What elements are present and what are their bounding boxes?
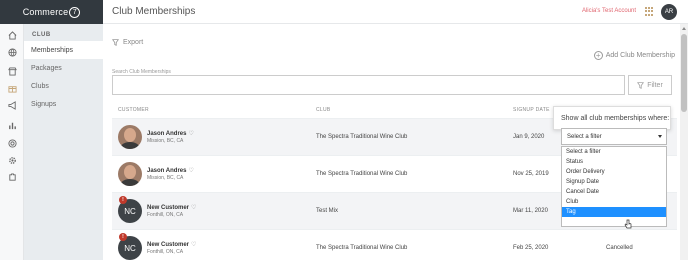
brand-name: Commerce	[22, 7, 69, 17]
customer-location: Fonthill, ON, CA	[147, 249, 184, 255]
brand-logo[interactable]: Commerce 7	[22, 6, 81, 18]
signup-date-cell: Feb 25, 2020	[513, 245, 549, 251]
filter-option-status[interactable]: Status	[562, 157, 666, 167]
gear-icon[interactable]	[7, 155, 17, 165]
export-label: Export	[123, 39, 144, 46]
signup-date-cell: Jan 9, 2020	[513, 134, 545, 140]
filter-popover: Show all club memberships where:	[553, 106, 671, 130]
filter-option-cancel-date[interactable]: Cancel Date	[562, 187, 666, 197]
customer-avatar	[118, 162, 142, 186]
club-cell: Test Mix	[316, 208, 339, 214]
filter-option-club[interactable]: Club	[562, 197, 666, 207]
brand-bar[interactable]: Commerce 7	[0, 0, 103, 24]
customer-avatar	[118, 125, 142, 149]
column-header-club[interactable]: CLUB	[316, 107, 331, 113]
club-cell: The Spectra Traditional Wine Club	[316, 171, 408, 177]
wine-glass-icon: ♡	[191, 242, 197, 248]
filter-button[interactable]: Filter	[628, 75, 672, 95]
lifebuoy-icon[interactable]	[7, 138, 17, 148]
customer-name-cell[interactable]: Jason Andres ♡	[147, 130, 194, 137]
submenu-item-packages[interactable]: Packages	[24, 59, 103, 77]
signup-date-cell: Mar 11, 2020	[513, 208, 548, 214]
status-cell: Cancelled	[606, 245, 633, 251]
filter-popover-label: Show all club memberships where:	[561, 115, 670, 122]
add-club-membership-button[interactable]: + Add Club Membership	[593, 51, 675, 60]
customer-name-cell[interactable]: Jason Andres ♡	[147, 167, 194, 174]
club-cell: The Spectra Traditional Wine Club	[316, 245, 408, 251]
icon-rail	[0, 24, 24, 260]
hand-cursor-icon	[624, 219, 632, 229]
globe-icon[interactable]	[7, 47, 17, 57]
scroll-up-arrow-icon[interactable]	[682, 27, 686, 30]
add-club-membership-label: Add Club Membership	[605, 52, 675, 59]
filter-options-list: Select a filter Status Order Delivery Si…	[561, 146, 667, 227]
apps-grid-icon[interactable]	[645, 7, 654, 16]
customer-location: Fonthill, ON, CA	[147, 212, 184, 218]
customer-name-cell[interactable]: New Customer ♡	[147, 204, 196, 211]
submenu-item-memberships[interactable]: Memberships	[24, 41, 103, 59]
home-icon[interactable]	[7, 30, 17, 40]
signup-date-cell: Nov 25, 2019	[513, 171, 549, 177]
alert-badge: !	[119, 233, 127, 241]
column-header-customer[interactable]: CUSTOMER	[118, 107, 149, 113]
store-icon[interactable]	[7, 66, 17, 76]
wine-glass-icon: ♡	[188, 131, 194, 137]
funnel-icon	[112, 39, 119, 46]
account-link[interactable]: Alicia's Test Account	[582, 8, 636, 14]
puzzle-icon[interactable]	[7, 172, 17, 182]
scrollbar-thumb[interactable]	[681, 34, 687, 112]
caret-down-icon	[658, 135, 662, 138]
filter-option-tag[interactable]: Tag	[562, 207, 666, 217]
bar-chart-icon[interactable]	[7, 120, 17, 130]
filter-icon	[637, 81, 645, 89]
alert-badge: !	[119, 196, 127, 204]
submenu-item-clubs[interactable]: Clubs	[24, 77, 103, 95]
filter-option-signup-date[interactable]: Signup Date	[562, 177, 666, 187]
page-title: Club Memberships	[112, 6, 196, 17]
filter-select-value: Select a filter	[567, 133, 602, 140]
filter-option-order-delivery[interactable]: Order Delivery	[562, 167, 666, 177]
filter-option-select[interactable]: Select a filter	[562, 147, 666, 157]
filter-label: Filter	[647, 81, 663, 89]
gift-icon[interactable]	[7, 83, 17, 93]
megaphone-icon[interactable]	[7, 100, 17, 110]
brand-mark: 7	[69, 6, 81, 18]
submenu-title: CLUB	[32, 32, 51, 38]
user-avatar[interactable]: AR	[661, 4, 677, 20]
wine-glass-icon: ♡	[188, 168, 194, 174]
column-header-signup-date[interactable]: SIGNUP DATE	[513, 107, 550, 113]
customer-location: Mission, BC, CA	[147, 138, 184, 144]
wine-glass-icon: ♡	[191, 205, 197, 211]
submenu-item-signups[interactable]: Signups	[24, 95, 103, 113]
customer-location: Mission, BC, CA	[147, 175, 184, 181]
club-submenu: CLUB Memberships Packages Clubs Signups	[24, 24, 103, 260]
customer-name-cell[interactable]: New Customer ♡	[147, 241, 196, 248]
club-cell: The Spectra Traditional Wine Club	[316, 134, 408, 140]
table-row[interactable]: NC ! New Customer ♡ Fonthill, ON, CA The …	[112, 229, 677, 260]
plus-icon: +	[593, 51, 603, 60]
filter-select[interactable]: Select a filter	[561, 128, 667, 145]
search-input[interactable]	[112, 75, 625, 95]
export-button[interactable]: Export	[112, 39, 143, 46]
